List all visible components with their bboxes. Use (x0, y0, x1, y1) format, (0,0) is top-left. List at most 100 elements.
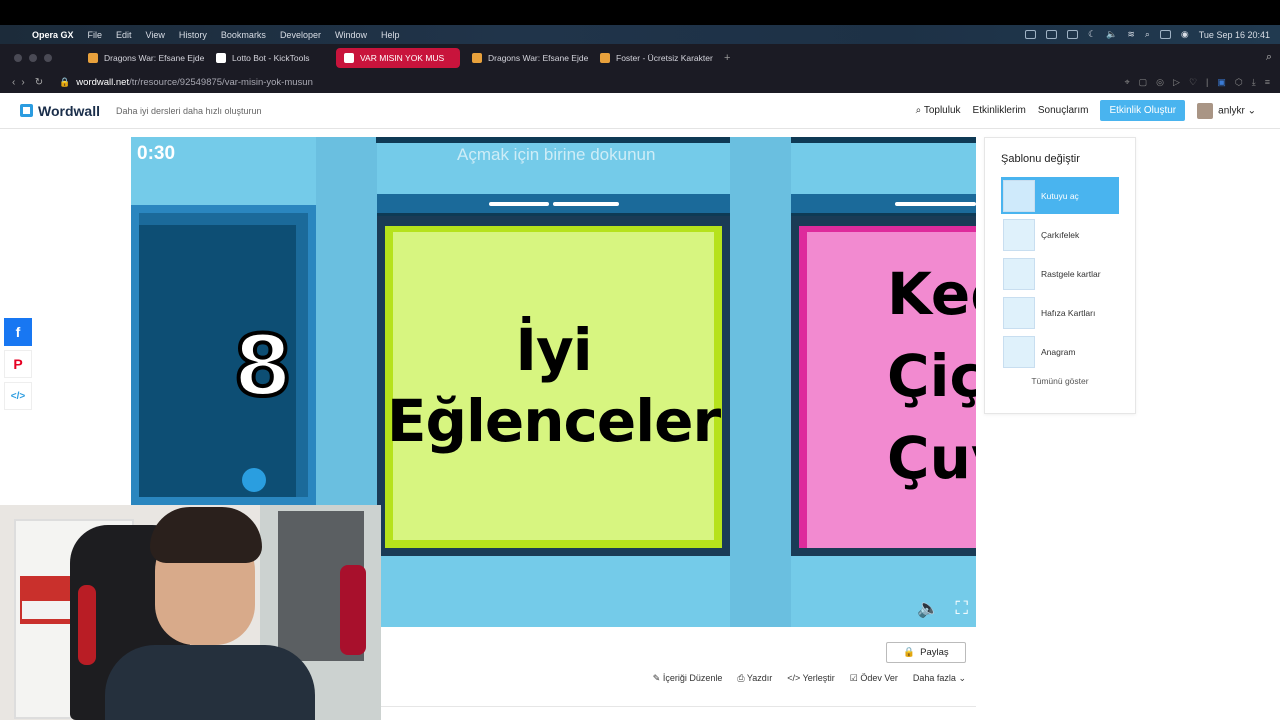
lid-mark (489, 202, 549, 206)
menu-file[interactable]: File (88, 30, 103, 40)
search-icon[interactable]: ⌕ (1145, 29, 1150, 40)
nav-my-activities[interactable]: Etkinliklerim (973, 105, 1026, 116)
template-anagram[interactable]: Anagram (1001, 333, 1119, 370)
box-opened-left[interactable]: 8 (131, 205, 316, 505)
wheel-thumbnail-icon (1003, 218, 1035, 251)
cam-person-body (105, 645, 315, 720)
embed-link[interactable]: </> Yerleştir (787, 673, 835, 684)
pin-icon[interactable]: ⌖ (1125, 77, 1130, 88)
cards-thumbnail-icon (1003, 257, 1035, 290)
box-text-line-1: İyi (515, 316, 592, 385)
printer-icon: ⎙ (737, 673, 747, 683)
menu-developer[interactable]: Developer (280, 30, 321, 40)
code-icon: </> (787, 673, 803, 683)
template-label: Rastgele kartlar (1041, 268, 1101, 279)
box-lid (377, 194, 730, 216)
snapshot-icon[interactable]: ▢ (1139, 77, 1148, 88)
play-icon[interactable] (1067, 30, 1079, 39)
template-label: Kutuyu aç (1041, 190, 1079, 201)
tab-dragons-war-1[interactable]: Dragons War: Efsane Ejde (80, 48, 204, 68)
template-label: Hafıza Kartları (1041, 307, 1096, 318)
menu-window[interactable]: Window (335, 30, 367, 40)
tab-foster[interactable]: Foster - Ücretsiz Karakter (592, 48, 716, 68)
extension-icon[interactable]: ▣ (1217, 77, 1226, 88)
menu-help[interactable]: Help (381, 30, 400, 40)
new-tab-icon[interactable]: + (724, 52, 730, 64)
moon-icon[interactable]: ☾ (1088, 29, 1096, 40)
template-label: Anagram (1041, 346, 1076, 357)
menubar-clock[interactable]: Tue Sep 16 20:41 (1199, 30, 1270, 40)
top-bezel (0, 0, 1280, 25)
username: anlykr (1218, 105, 1245, 117)
wordwall-logo[interactable]: Wordwall (20, 103, 100, 119)
tab-dragons-war-2[interactable]: Dragons War: Efsane Ejde (464, 48, 588, 68)
game-timer: 0:30 (137, 143, 176, 164)
create-activity-button[interactable]: Etkinlik Oluştur (1100, 100, 1186, 121)
assign-link[interactable]: ☑ Ödev Ver (850, 673, 898, 684)
nav-community[interactable]: ⌕ Topluluk (916, 105, 961, 116)
close-window-button[interactable] (14, 53, 22, 62)
template-open-the-box[interactable]: Kutuyu aç (1001, 177, 1119, 214)
forward-arrow-icon[interactable]: › (21, 77, 24, 88)
volume-icon[interactable]: 🔈 (917, 598, 939, 619)
tab-label: Dragons War: Efsane Ejde (488, 52, 588, 63)
menu-view[interactable]: View (146, 30, 165, 40)
tab-var-misin-yok-musun[interactable]: VAR MISIN YOK MUS (336, 47, 460, 68)
heart-icon[interactable]: ♡ (1189, 77, 1197, 88)
back-arrow-icon[interactable]: ‹ (12, 77, 15, 88)
template-flash-cards[interactable]: Hafıza Kartları (1001, 294, 1119, 331)
box-text-line-3: Çuv (887, 424, 976, 492)
wordwall-logo-icon (20, 104, 33, 117)
download-icon[interactable]: ⤓ (1252, 77, 1256, 88)
menu-bookmarks[interactable]: Bookmarks (221, 30, 266, 40)
nav-my-results[interactable]: Sonuçlarım (1038, 105, 1089, 116)
chevron-down-icon: ⌄ (1247, 105, 1256, 117)
tab-label: Dragons War: Efsane Ejde (104, 52, 204, 63)
volume-icon[interactable]: 🔈 (1106, 29, 1117, 40)
template-wheel[interactable]: Çarkıfelek (1001, 216, 1119, 253)
screen-icon[interactable] (1046, 30, 1058, 39)
menu-edit[interactable]: Edit (116, 30, 132, 40)
print-label: Yazdır (746, 673, 773, 683)
reload-icon[interactable]: ↻ (35, 77, 43, 88)
player-icon[interactable]: ▷ (1173, 77, 1180, 88)
box-text-line-2: Eğlenceler (386, 387, 721, 455)
box-opened-right[interactable]: Ked Çiçe Çuv (791, 194, 976, 556)
more-dropdown[interactable]: Daha fazla ⌄ (913, 673, 966, 684)
status-icon[interactable] (1025, 30, 1037, 39)
menubar-app-name[interactable]: Opera GX (32, 30, 74, 40)
share-button[interactable]: 🔒 Paylaş (886, 642, 966, 663)
wifi-icon[interactable]: ≋ (1127, 29, 1135, 40)
menu-history[interactable]: History (179, 30, 207, 40)
zoom-window-button[interactable] (44, 53, 52, 62)
divider: | (1206, 76, 1209, 87)
lock-icon: 🔒 (59, 76, 71, 87)
tab-search-icon[interactable]: ⌕ (1266, 51, 1272, 64)
template-label: Çarkıfelek (1041, 229, 1080, 240)
fullscreen-icon[interactable]: ⛶ (955, 598, 968, 619)
share-label: Paylaş (920, 647, 949, 658)
show-all-templates-link[interactable]: Tümünü göster (985, 376, 1135, 386)
vpn-icon[interactable]: ◎ (1156, 77, 1164, 88)
control-center-icon[interactable] (1159, 30, 1171, 39)
facebook-icon[interactable]: f (4, 318, 32, 346)
siri-icon[interactable]: ◉ (1181, 29, 1189, 40)
lid-mark (553, 202, 619, 206)
edit-content-link[interactable]: ✎ İçeriği Düzenle (653, 673, 723, 684)
extensions-icon[interactable]: ⬡ (1235, 77, 1243, 88)
tab-lotto-bot[interactable]: Lotto Bot - KickTools (208, 48, 332, 68)
anagram-thumbnail-icon (1003, 335, 1035, 368)
embed-code-icon[interactable]: </> (4, 382, 32, 410)
minimize-window-button[interactable] (29, 53, 37, 62)
box-number: 8 (232, 315, 294, 417)
site-tagline: Daha iyi dersleri daha hızlı oluşturun (115, 105, 262, 116)
print-link[interactable]: ⎙ Yazdır (737, 673, 772, 684)
url-field[interactable]: wordwall.net/tr/resource/92549875/var-mi… (76, 77, 313, 88)
pinterest-icon[interactable]: P (4, 350, 32, 378)
nav-community-label: Topluluk (923, 105, 961, 116)
box-opened-center[interactable]: İyi Eğlenceler (377, 194, 730, 556)
user-menu[interactable]: anlykr ⌄ (1197, 102, 1256, 119)
menu-icon[interactable]: ≡ (1265, 77, 1270, 88)
avatar (1197, 102, 1214, 119)
template-random-cards[interactable]: Rastgele kartlar (1001, 255, 1119, 292)
